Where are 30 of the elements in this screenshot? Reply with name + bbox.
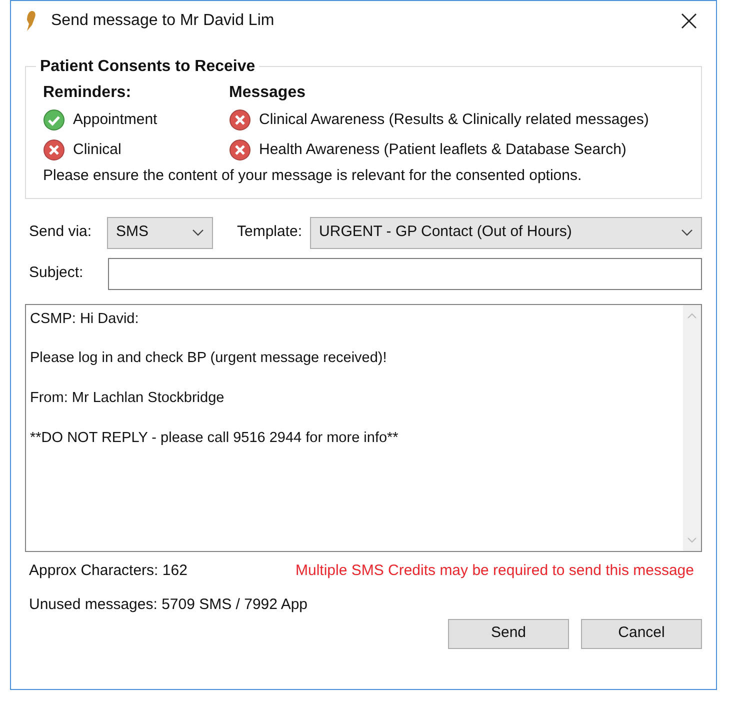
field-label: Subject:	[29, 263, 84, 284]
message-line: From: Mr Lachlan Stockbridge	[30, 389, 226, 408]
field-label: Template:	[237, 222, 302, 242]
cancel-button[interactable]: Cancel	[581, 618, 702, 648]
chevron-down-icon	[192, 228, 204, 236]
subject-field[interactable]	[108, 258, 702, 290]
scroll-down-icon	[687, 536, 697, 542]
message-line: Please log in and check BP (urgent message received)!	[30, 349, 388, 368]
character-count: Approx Characters: 162	[29, 560, 188, 580]
consent-label: Clinical Awareness (Results & Clinically related messages)	[259, 110, 649, 130]
message-body-field[interactable]: CSMP: Hi David: Please log in and check BP (urgent message received)! From: Mr Lachlan Stockbridge **DO NOT REPLY - please call 9516 2944 for more info**	[25, 304, 702, 552]
template-dropdown[interactable]: URGENT - GP Contact (Out of Hours)	[310, 216, 702, 248]
consent-label: Clinical	[73, 140, 122, 160]
consent-note: Please ensure the content of your message is relevant for the consented options.	[43, 166, 583, 186]
message-line: CSMP: Hi David:	[30, 310, 140, 328]
send-via-dropdown[interactable]: SMS	[107, 216, 213, 248]
field-label: Send via:	[29, 222, 93, 242]
window-title: Send message to Mr David Lim	[51, 11, 276, 31]
scrollbar[interactable]	[683, 304, 701, 550]
close-icon	[681, 13, 697, 29]
unused-messages: Unused messages: 5709 SMS / 7992 App	[29, 596, 308, 613]
warning-text: Multiple SMS Credits may be required to send this message	[295, 560, 694, 580]
column-heading: Messages	[229, 83, 306, 103]
message-line: **DO NOT REPLY - please call 9516 2944 for more info**	[30, 428, 400, 448]
column-heading: Reminders:	[43, 83, 132, 103]
chevron-down-icon	[681, 228, 693, 236]
send-button[interactable]: Send	[448, 618, 569, 648]
consent-label: Health Awareness (Patient leaflets & Database Search)	[259, 140, 626, 160]
scroll-up-icon	[687, 312, 697, 318]
consent-label: Appointment	[73, 110, 158, 130]
